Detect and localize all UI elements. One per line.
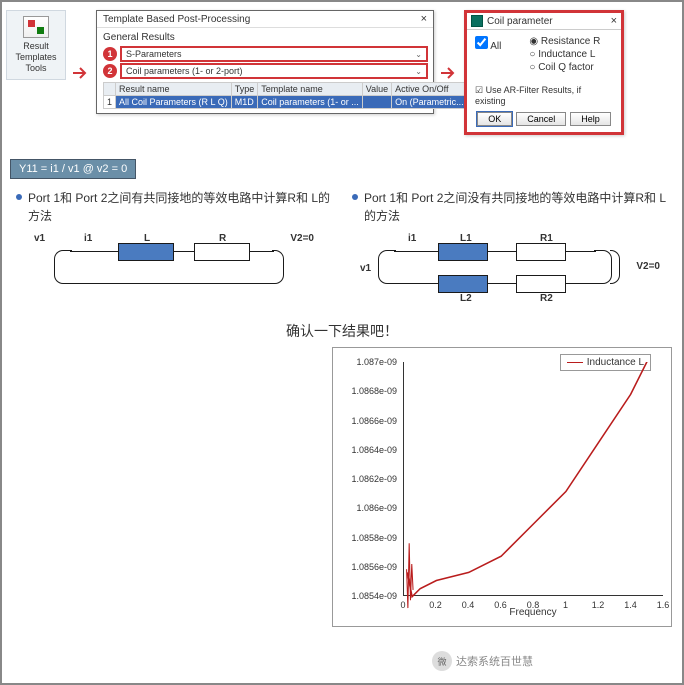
r2-label: R2 (540, 293, 553, 304)
chevron-down-icon: ⌄ (415, 50, 422, 59)
watermark-icon: 微 (432, 651, 452, 671)
result-templates-icon (23, 16, 49, 38)
cell-value (362, 96, 391, 109)
chevron-down-icon: ⌄ (415, 67, 422, 76)
row-header (104, 83, 116, 96)
results-table: Result name Type Template name Value Act… (103, 82, 468, 109)
col-value: Value (362, 83, 391, 96)
col-template: Template name (258, 83, 363, 96)
help-button[interactable]: Help (570, 112, 611, 126)
v2-label: V2=0 (636, 261, 660, 272)
confirm-text: 确认一下结果吧！ (2, 321, 682, 341)
coilparams-combo[interactable]: Coil parameters (1- or 2-port) ⌄ (121, 64, 427, 78)
method-1-section: Port 1和 Port 2之间有共同接地的等效电路中计算R和 L的方法 i1 … (16, 189, 332, 307)
resistance-radio[interactable]: ◉ Resistance R (529, 36, 600, 47)
combo-text: Coil parameters (1- or 2-port) (126, 66, 243, 76)
combo-text: S-Parameters (126, 49, 182, 59)
l2-label: L2 (460, 293, 472, 304)
inductance-chart: Inductance L 1.087e-091.0868e-091.0866e-… (332, 347, 672, 627)
coil-title: Coil parameter (487, 16, 553, 27)
y-axis: 1.087e-091.0868e-091.0866e-091.0864e-091… (337, 362, 399, 596)
result-templates-tools-button[interactable]: Result Templates Tools (6, 10, 66, 80)
cell-type: M1D (231, 96, 258, 109)
close-icon[interactable]: × (611, 15, 617, 27)
cell-template: Coil parameters (1- or ... (258, 96, 363, 109)
inductance-radio[interactable]: ○ Inductance L (529, 49, 600, 60)
method-1-title: Port 1和 Port 2之间有共同接地的等效电路中计算R和 L的方法 (16, 189, 332, 225)
method-2-title: Port 1和 Port 2之间没有共同接地的等效电路中计算R和 L的方法 (352, 189, 668, 225)
all-checkbox[interactable]: All (475, 36, 501, 81)
table-row[interactable]: 1 All Coil Parameters (R L Q) M1D Coil p… (104, 96, 468, 109)
method-2-section: Port 1和 Port 2之间没有共同接地的等效电路中计算R和 L的方法 i1… (352, 189, 668, 307)
arrow-right-icon (72, 65, 90, 81)
step-2-badge: 2 (103, 64, 117, 78)
v2-label: V2=0 (290, 233, 314, 244)
step-1-badge: 1 (103, 47, 117, 61)
cell-active: On (Parametric... (392, 96, 468, 109)
coil-parameter-dialog: Coil parameter × All ◉ Resistance R ○ In… (464, 10, 624, 135)
i1-label: i1 (84, 233, 92, 244)
general-results-label: General Results (103, 32, 427, 43)
plot-area (403, 362, 663, 596)
coil-app-icon (471, 15, 483, 27)
dialog-title: Template Based Post-Processing (103, 14, 250, 25)
ribbon-label: Result Templates Tools (15, 41, 56, 73)
close-icon[interactable]: × (421, 13, 427, 25)
row-index: 1 (104, 96, 116, 109)
col-type: Type (231, 83, 258, 96)
v1-label: v1 (34, 233, 45, 244)
arfilter-checkbox[interactable]: ☑ Use AR-Filter Results, if existing (475, 85, 613, 106)
formula-label: Y11 = i1 / v1 @ v2 = 0 (10, 159, 136, 179)
col-active: Active On/Off (392, 83, 468, 96)
sparams-combo[interactable]: S-Parameters ⌄ (121, 47, 427, 61)
curve (404, 362, 663, 621)
ok-button[interactable]: OK (477, 112, 512, 126)
watermark: 微 达索系统百世慧 (432, 651, 533, 671)
cancel-button[interactable]: Cancel (516, 112, 566, 126)
i1-label: i1 (408, 233, 416, 244)
v1-label: v1 (360, 263, 371, 274)
col-name: Result name (116, 83, 232, 96)
qfactor-radio[interactable]: ○ Coil Q factor (529, 62, 600, 73)
cell-name: All Coil Parameters (R L Q) (116, 96, 232, 109)
x-axis: Frequency 00.20.40.60.811.21.41.6 (403, 598, 663, 616)
arrow-right-icon (440, 65, 458, 81)
template-postprocessing-dialog: Template Based Post-Processing × General… (96, 10, 434, 114)
